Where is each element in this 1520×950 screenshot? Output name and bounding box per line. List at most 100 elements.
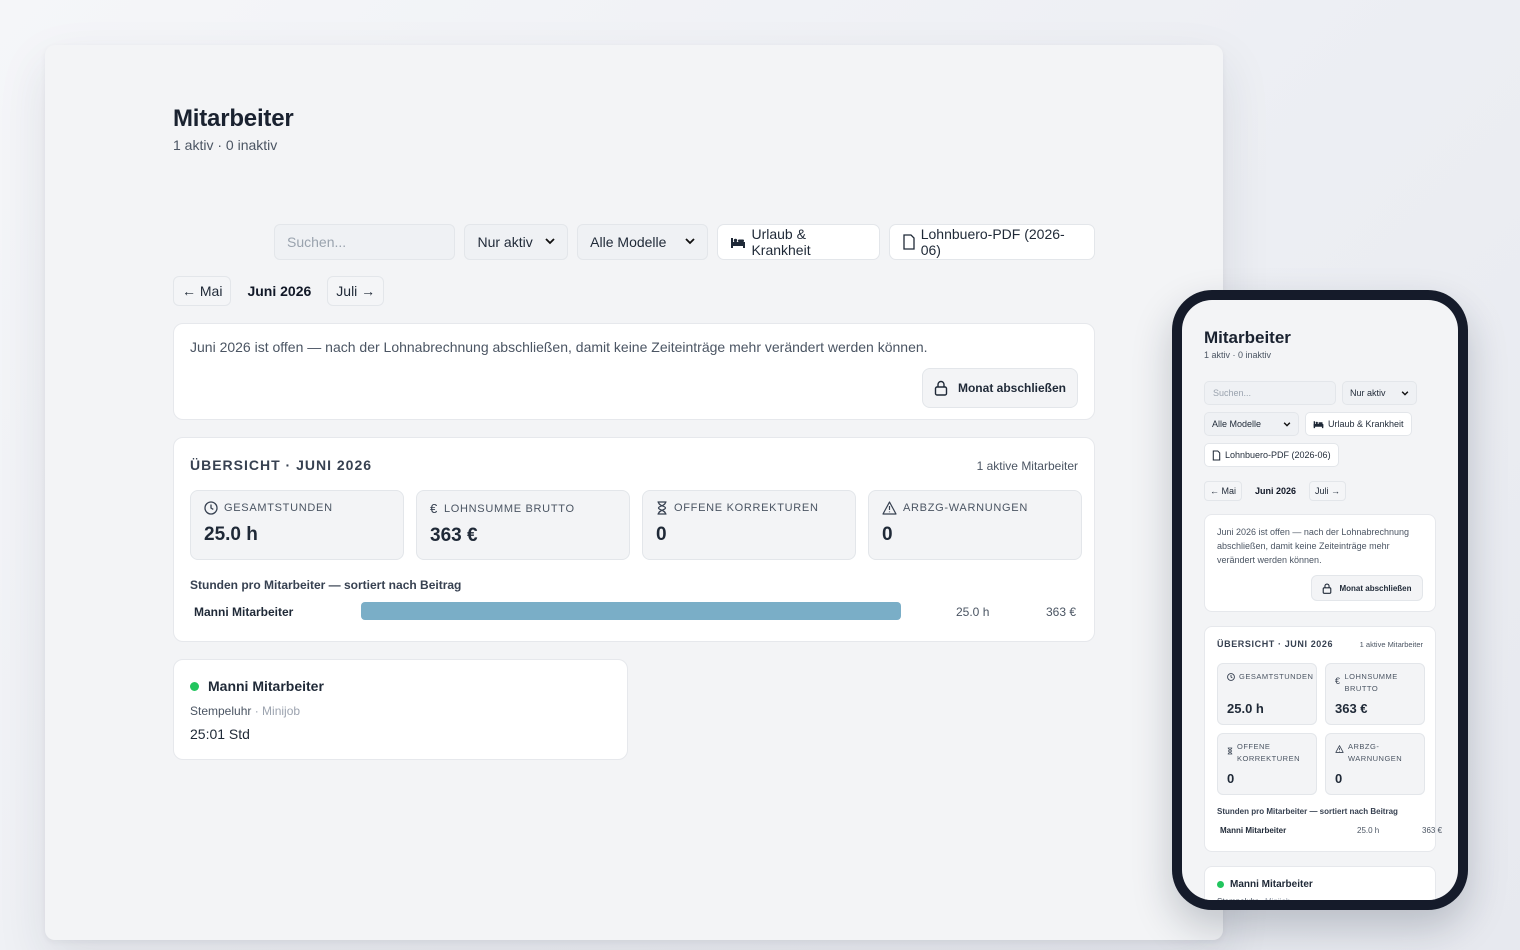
next-month-button[interactable]: Juli → [327,276,385,306]
month-navigation: ← Mai Juni 2026 Juli → [1204,481,1347,501]
stat-total-hours: GESAMTSTUNDEN 25.0 h [1217,663,1317,725]
active-count: 1 aktive Mitarbeiter [1359,640,1423,649]
stat-value: 0 [1335,771,1343,786]
lock-icon [934,380,948,396]
chevron-down-icon [545,236,555,248]
document-icon [1212,449,1221,461]
bed-icon [1313,419,1324,429]
stat-label: OFFENE KORREKTUREN [1237,742,1301,763]
lock-icon [1322,582,1332,594]
hourglass-icon [1227,747,1233,755]
stat-gross-pay: € LOHNSUMME BRUTTO 363 € [416,490,630,560]
stat-gross-pay: € LOHNSUMME BRUTTO 363 € [1325,663,1425,725]
status-dot [1217,881,1224,888]
lock-month-button[interactable]: Monat abschließen [1311,575,1423,601]
overview-title: ÜBERSICHT · JUNI 2026 [1217,639,1334,649]
overview-title: ÜBERSICHT · JUNI 2026 [190,457,373,473]
chevron-down-icon [685,236,696,248]
stat-label: OFFENE KORREKTUREN [674,502,819,514]
next-month-button[interactable]: Juli → [1309,481,1347,501]
bar-hours: 25.0 h [1357,826,1380,835]
pdf-export-label: Lohnbuero-PDF (2026-06) [920,226,1065,258]
page-title: Mitarbeiter [173,105,294,132]
month-lock-card: Juni 2026 ist offen — nach der Lohnabrec… [173,323,1095,420]
bar-employee-name: Manni Mitarbeiter [1220,826,1287,835]
month-lock-card: Juni 2026 ist offen — nach der Lohnabrec… [1204,514,1436,612]
employee-meta: Stempeluhr · Minijob [1217,897,1290,900]
clock-icon [1227,673,1235,681]
page-title: Mitarbeiter [1204,328,1291,347]
prev-month-button[interactable]: ← Mai [1204,481,1243,501]
bar-chart-caption: Stunden pro Mitarbeiter — sortiert nach … [1217,807,1398,816]
warning-icon [1335,745,1344,753]
bar-hours: 25.0 h [956,605,990,619]
warning-icon [882,501,897,515]
desktop-window: Mitarbeiter 1 aktiv · 0 inaktiv Suchen..… [45,45,1223,940]
leave-button-label: Urlaub & Krankheit [1328,419,1404,429]
stat-label: LOHNSUMME BRUTTO [1344,672,1398,693]
toolbar: Suchen... Nur aktiv Alle Modelle Urlaub … [274,224,1095,260]
stat-value: 0 [882,524,893,545]
pdf-export-button[interactable]: Lohnbuero-PDF (2026-06) [1204,443,1339,467]
lock-message: Juni 2026 ist offen — nach der Lohnabrec… [1217,527,1409,565]
stat-total-hours: GESAMTSTUNDEN 25.0 h [190,490,404,560]
phone-toolbar-row-2: Alle Modelle Urlaub & Krankheit [1204,412,1412,436]
leave-button-label: Urlaub & Krankheit [751,226,811,258]
stat-arbzg-warnings: ARBZG-WARNUNGEN 0 [868,490,1082,560]
euro-icon: € [430,501,438,516]
page-subtitle: 1 aktiv · 0 inaktiv [1204,350,1272,360]
employee-mode: Stempeluhr [1217,897,1258,900]
stat-open-corrections: OFFENE KORREKTUREN 0 [1217,733,1317,795]
employee-card[interactable]: Manni Mitarbeiter Stempeluhr · Minijob 2… [173,659,628,760]
document-icon [902,234,916,250]
status-filter-value: Nur aktiv [477,234,533,250]
clock-icon [204,501,218,515]
model-filter-select[interactable]: Alle Modelle [577,224,709,260]
employee-mode: Stempeluhr [190,704,252,718]
model-filter-select[interactable]: Alle Modelle [1204,412,1299,436]
current-month: Juni 2026 [247,283,312,299]
employee-name: Manni Mitarbeiter [1230,879,1313,890]
search-input[interactable]: Suchen... [274,224,456,260]
bar-employee-name: Manni Mitarbeiter [194,605,294,619]
employee-time: 25:01 Std [190,726,250,742]
stat-value: 0 [656,524,667,545]
leave-button[interactable]: Urlaub & Krankheit [717,224,880,260]
lock-month-button[interactable]: Monat abschließen [922,368,1078,408]
bar-sum: 363 € [1422,826,1443,835]
pdf-export-button[interactable]: Lohnbuero-PDF (2026-06) [888,224,1095,260]
stat-value: 25.0 h [1227,701,1264,716]
search-input[interactable]: Suchen... [1204,381,1336,405]
phone-screen: Mitarbeiter 1 aktiv · 0 inaktiv Suchen..… [1182,300,1458,900]
stat-value: 363 € [1335,701,1368,716]
overview-card: ÜBERSICHT · JUNI 2026 1 aktive Mitarbeit… [173,437,1095,642]
phone-toolbar-row-3: Lohnbuero-PDF (2026-06) [1204,443,1339,467]
month-navigation: ← Mai Juni 2026 Juli → [173,276,385,306]
overview-card: ÜBERSICHT · JUNI 2026 1 aktive Mitarbeit… [1204,626,1442,852]
euro-icon: € [1335,676,1341,686]
current-month: Juni 2026 [1255,486,1297,496]
status-filter-select[interactable]: Nur aktiv [1342,381,1417,405]
stat-label: GESAMTSTUNDEN [1239,672,1314,681]
stat-value: 25.0 h [204,524,258,545]
bed-icon [730,235,746,249]
hours-bar-fill [361,602,901,620]
employee-meta: Stempeluhr · Minijob [190,704,301,718]
stats-grid: GESAMTSTUNDEN 25.0 h € LOHNSUMME BRUTTO … [1217,663,1425,795]
page-subtitle: 1 aktiv · 0 inaktiv [173,137,278,153]
lock-month-label: Monat abschließen [1339,583,1412,593]
hourglass-icon [656,501,668,515]
stat-open-corrections: OFFENE KORREKTUREN 0 [642,490,856,560]
stat-label: ARBZG-WARNUNGEN [1348,742,1403,763]
employee-name: Manni Mitarbeiter [208,678,324,694]
status-filter-select[interactable]: Nur aktiv [464,224,569,260]
active-count: 1 aktive Mitarbeiter [976,459,1078,473]
phone-toolbar-row-1: Suchen... Nur aktiv [1204,381,1417,405]
bar-sum: 363 € [1045,605,1076,619]
stats-row: GESAMTSTUNDEN 25.0 h € LOHNSUMME BRUTTO … [190,490,1082,560]
prev-month-button[interactable]: ← Mai [173,276,232,306]
chevron-down-icon [1283,420,1291,429]
employee-card[interactable]: Manni Mitarbeiter Stempeluhr · Minijob [1204,866,1436,900]
leave-button[interactable]: Urlaub & Krankheit [1305,412,1412,436]
status-filter-value: Nur aktiv [1350,388,1386,398]
